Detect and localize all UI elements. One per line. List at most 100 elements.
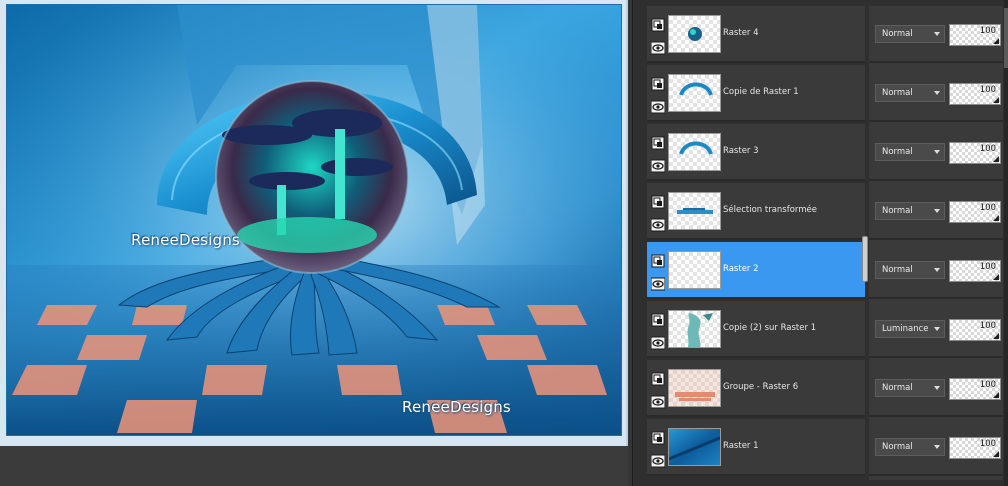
layer-link-icon[interactable] <box>651 76 665 91</box>
layer-thumbnail <box>668 310 721 348</box>
layer-thumbnail <box>668 428 721 466</box>
opacity-value: 100 <box>979 321 996 331</box>
layer-thumbnail <box>668 15 721 53</box>
blend-mode-select[interactable]: Luminance <box>875 320 945 338</box>
eye-icon[interactable] <box>650 158 666 173</box>
canvas-frame: ReneeDesigns ReneeDesigns <box>0 0 628 446</box>
layer-row[interactable]: Raster 3 <box>647 124 865 181</box>
artwork <box>7 5 621 435</box>
layer-properties-row: Normal 100 <box>869 65 1003 122</box>
layer-row[interactable]: Raster 4 <box>647 6 865 63</box>
opacity-value: 100 <box>979 144 996 154</box>
opacity-value: 100 <box>979 203 996 213</box>
opacity-slider-corner[interactable] <box>993 274 999 280</box>
layer-name: Copie (2) sur Raster 1 <box>723 323 817 333</box>
layer-properties-row: Normal 100 <box>869 242 1003 299</box>
blend-mode-select[interactable]: Normal <box>875 261 945 279</box>
blend-mode-value: Normal <box>882 147 913 157</box>
eye-icon[interactable] <box>650 99 666 114</box>
eye-icon[interactable] <box>650 335 666 350</box>
chevron-down-icon <box>934 209 940 213</box>
layer-thumbnail <box>668 133 721 171</box>
chevron-down-icon <box>934 445 940 449</box>
blend-mode-value: Normal <box>882 265 913 275</box>
opacity-field[interactable]: 100 <box>949 24 1001 46</box>
layer-name: Raster 1 <box>723 441 759 451</box>
opacity-field[interactable]: 100 <box>949 319 1001 341</box>
canvas-area: ReneeDesigns ReneeDesigns <box>0 0 628 486</box>
layer-link-icon[interactable] <box>651 194 665 209</box>
blend-mode-value: Normal <box>882 88 913 98</box>
panel-splitter-handle[interactable] <box>862 236 868 282</box>
layer-thumbnail <box>668 251 721 289</box>
layer-row[interactable]: Groupe - Raster 6 <box>647 360 865 417</box>
layer-thumbnail <box>668 74 721 112</box>
opacity-field[interactable]: 100 <box>949 378 1001 400</box>
opacity-field[interactable]: 100 <box>949 260 1001 282</box>
opacity-value: 100 <box>979 439 996 449</box>
layer-name: Groupe - Raster 6 <box>723 382 799 392</box>
blend-mode-select[interactable]: Normal <box>875 438 945 456</box>
layer-row[interactable]: Copie (2) sur Raster 1 <box>647 301 865 358</box>
blend-mode-value: Normal <box>882 383 913 393</box>
layer-link-icon[interactable] <box>651 430 665 445</box>
chevron-down-icon <box>934 268 940 272</box>
layer-row[interactable]: Copie de Raster 1 <box>647 65 865 122</box>
opacity-field[interactable]: 100 <box>949 437 1001 459</box>
opacity-slider-corner[interactable] <box>993 333 999 339</box>
blend-mode-value: Normal <box>882 206 913 216</box>
opacity-slider-corner[interactable] <box>993 392 999 398</box>
layer-properties-row: Normal 100 <box>869 6 1003 63</box>
eye-icon[interactable] <box>650 394 666 409</box>
opacity-field[interactable]: 100 <box>949 201 1001 223</box>
blend-mode-select[interactable]: Normal <box>875 84 945 102</box>
chevron-down-icon <box>934 150 940 154</box>
layer-link-icon[interactable] <box>651 371 665 386</box>
opacity-field[interactable]: 100 <box>949 142 1001 164</box>
layer-link-icon[interactable] <box>651 312 665 327</box>
layer-properties-row: Luminance 100 <box>869 301 1003 358</box>
opacity-value: 100 <box>979 380 996 390</box>
layer-row[interactable]: Sélection transformée <box>647 183 865 240</box>
eye-icon[interactable] <box>650 40 666 55</box>
layer-row[interactable]: Raster 2 <box>647 242 865 299</box>
canvas-image[interactable]: ReneeDesigns ReneeDesigns <box>6 4 622 436</box>
layer-name: Copie de Raster 1 <box>723 87 799 97</box>
blend-mode-select[interactable]: Normal <box>875 25 945 43</box>
watermark-text: ReneeDesigns <box>402 398 511 416</box>
layer-properties-row: Normal 100 <box>869 419 1003 476</box>
watermark-text: ReneeDesigns <box>131 231 240 249</box>
canvas-bottom-bar <box>0 446 628 486</box>
paint-app-window: ReneeDesigns ReneeDesigns Raster 4 Copie … <box>0 0 1008 486</box>
opacity-field[interactable]: 100 <box>949 83 1001 105</box>
layer-name: Sélection transformée <box>723 205 818 215</box>
layer-link-icon[interactable] <box>651 135 665 150</box>
blend-mode-select[interactable]: Normal <box>875 379 945 397</box>
panel-scrollbar[interactable] <box>1004 0 1008 486</box>
scrollbar-thumb[interactable] <box>1004 8 1008 68</box>
eye-icon[interactable] <box>650 217 666 232</box>
eye-icon[interactable] <box>650 276 666 291</box>
opacity-slider-corner[interactable] <box>993 97 999 103</box>
layer-row[interactable]: Raster 1 <box>647 419 865 476</box>
opacity-slider-corner[interactable] <box>993 451 999 457</box>
opacity-value: 100 <box>979 26 996 36</box>
layer-name: Raster 3 <box>723 146 759 156</box>
eye-icon[interactable] <box>650 453 666 468</box>
chevron-down-icon <box>934 327 940 331</box>
blend-mode-select[interactable]: Normal <box>875 143 945 161</box>
chevron-down-icon <box>934 386 940 390</box>
chevron-down-icon <box>934 32 940 36</box>
layer-name: Raster 2 <box>723 264 759 274</box>
layer-properties-row: Normal 100 <box>869 183 1003 240</box>
opacity-slider-corner[interactable] <box>993 38 999 44</box>
layers-panel: Raster 4 Copie de Raster 1 Raster 3 Sélecti… <box>632 0 1008 486</box>
layer-properties-column: Normal 100 Normal 100 Normal 100 Normal 100 Norm… <box>869 6 1003 480</box>
opacity-slider-corner[interactable] <box>993 156 999 162</box>
opacity-slider-corner[interactable] <box>993 215 999 221</box>
layer-properties-row: Normal 100 <box>869 360 1003 417</box>
layer-link-icon[interactable] <box>651 17 665 32</box>
blend-mode-value: Luminance <box>882 324 929 334</box>
layer-link-icon[interactable] <box>651 253 665 268</box>
blend-mode-select[interactable]: Normal <box>875 202 945 220</box>
